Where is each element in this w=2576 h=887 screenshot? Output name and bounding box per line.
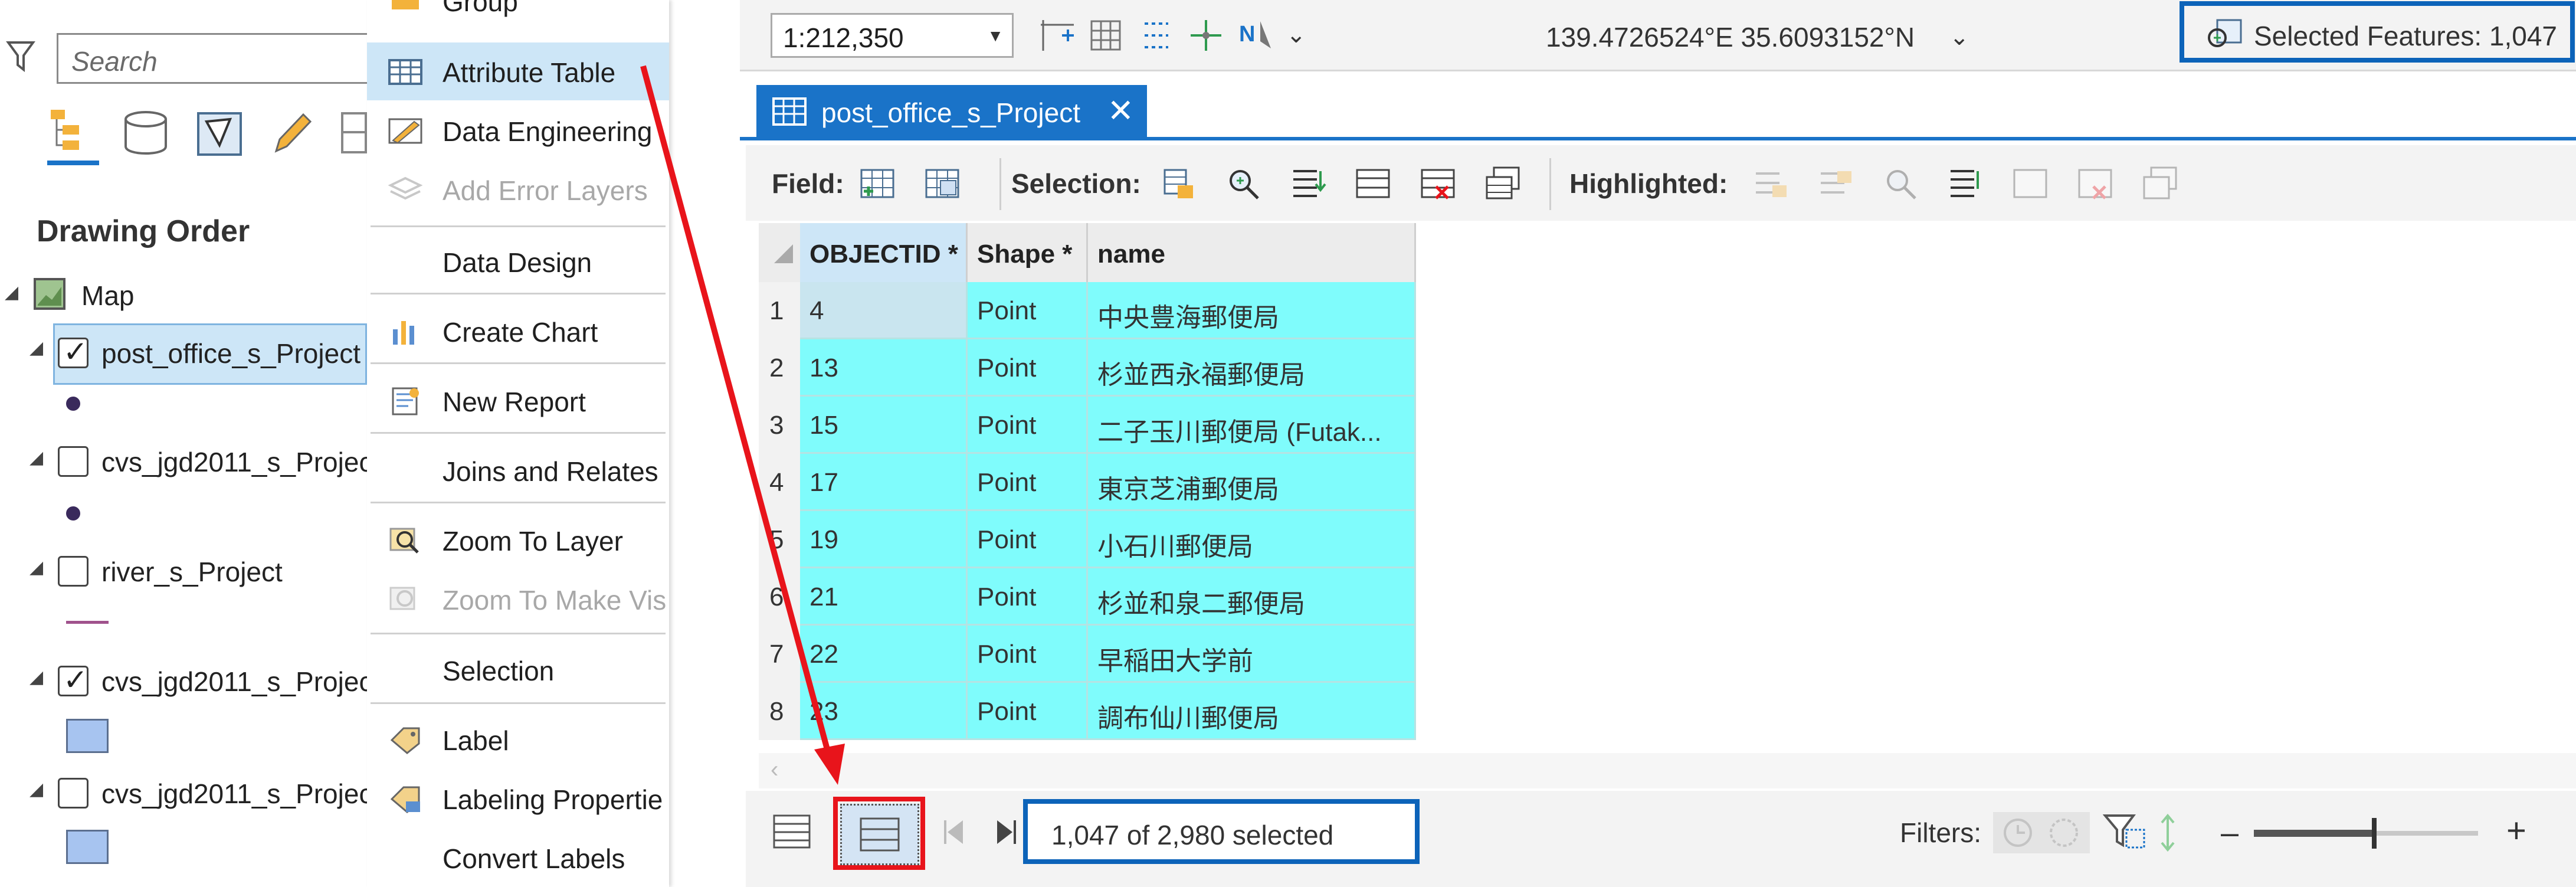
red-annotation-arrow (640, 65, 845, 785)
